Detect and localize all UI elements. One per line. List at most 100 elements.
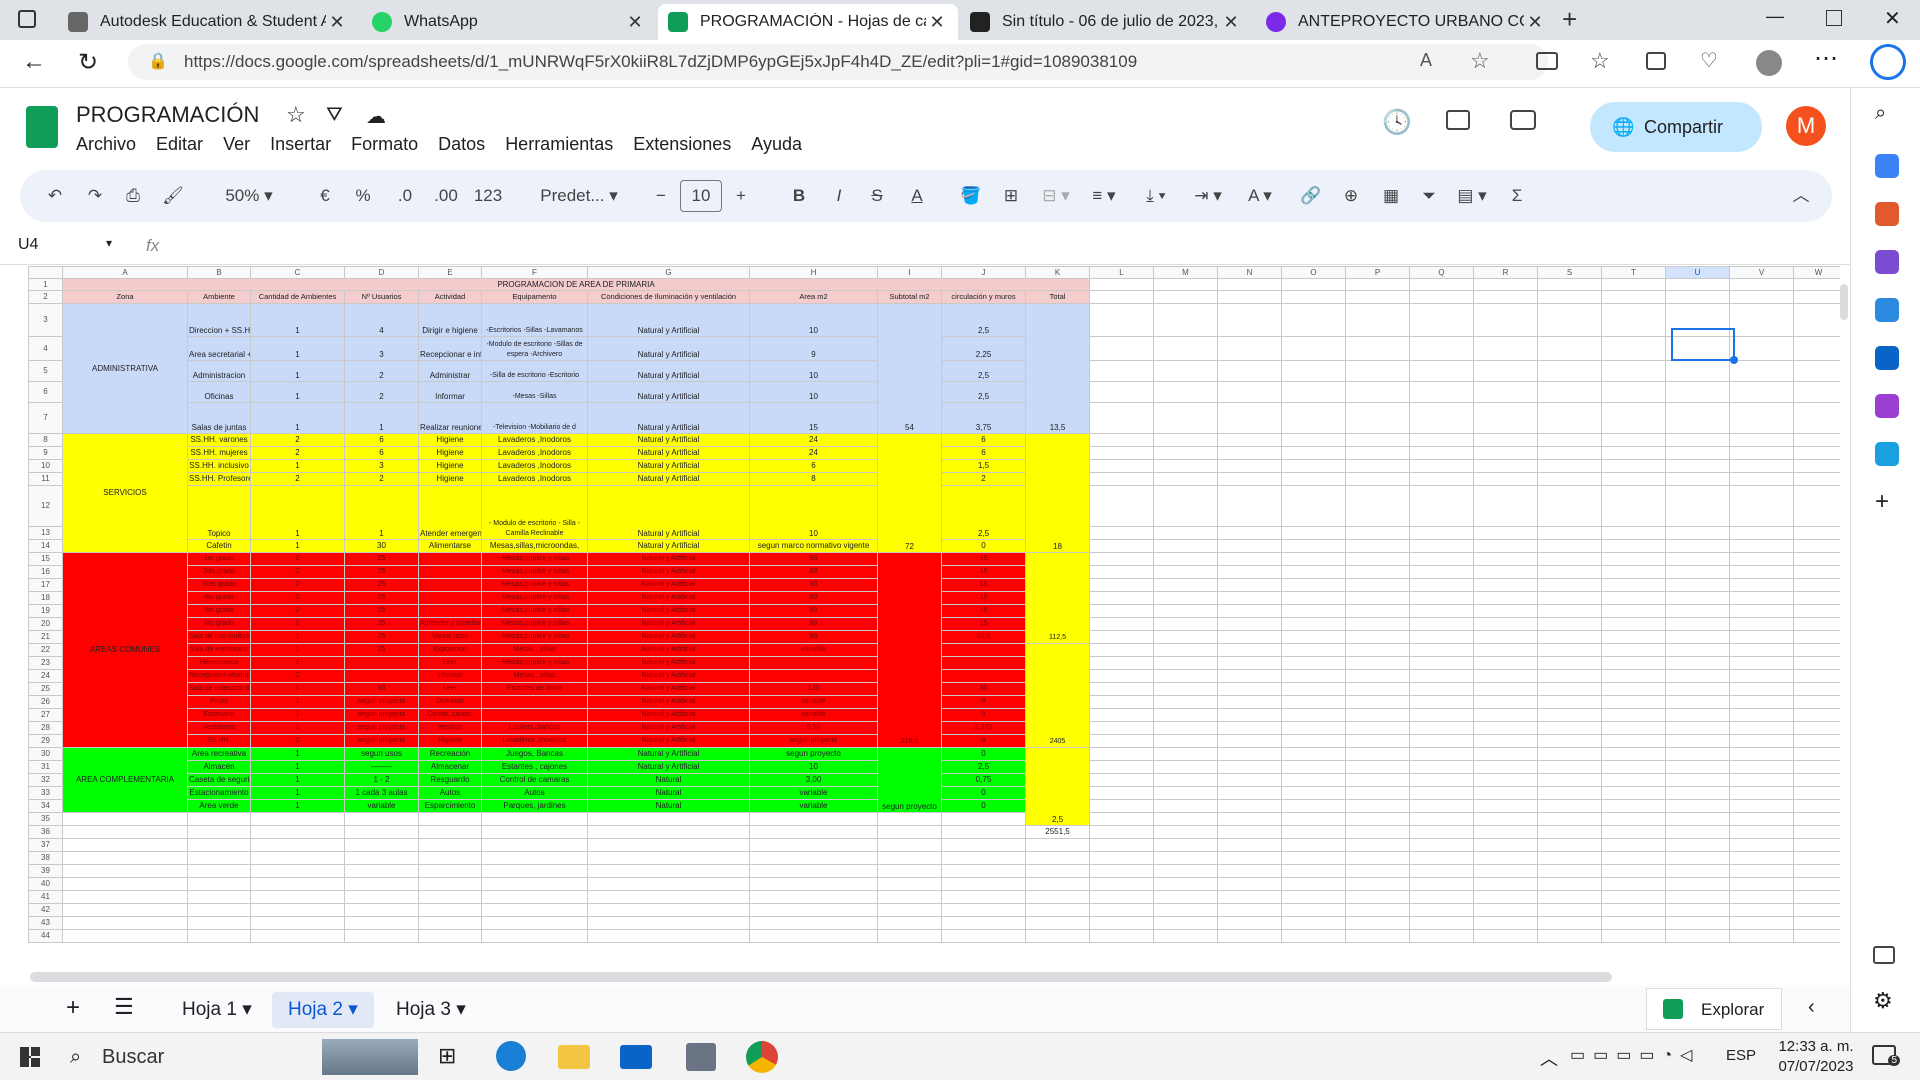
empty-cell[interactable] [1601,552,1666,566]
empty-cell[interactable] [1345,459,1410,473]
table-header[interactable]: Area m2 [749,290,878,304]
close-icon[interactable]: ✕ [326,12,348,33]
empty-cell[interactable] [1601,695,1666,709]
empty-cell[interactable] [1793,643,1840,657]
empty-cell[interactable] [1409,539,1474,553]
add-icon[interactable]: + [1875,488,1889,516]
empty-cell[interactable] [1217,786,1282,800]
row-header[interactable]: 42 [28,903,63,917]
empty-cell[interactable] [1793,526,1840,540]
table-cell[interactable]: 25 [344,630,419,644]
empty-cell[interactable] [1345,864,1410,878]
row-header[interactable]: 2 [28,290,63,304]
table-cell[interactable]: Sala de uso multiple [187,630,251,644]
bold-button[interactable]: B [784,170,814,222]
empty-cell[interactable] [1473,446,1538,460]
empty-cell[interactable] [1729,381,1794,403]
empty-cell[interactable] [250,838,345,852]
add-sheet-button[interactable]: + [66,994,80,1022]
empty-cell[interactable] [1409,929,1474,943]
empty-cell[interactable] [1729,799,1794,813]
empty-cell[interactable] [1473,485,1538,527]
empty-cell[interactable] [1601,290,1666,304]
empty-cell[interactable] [1281,402,1346,434]
table-cell[interactable]: 3cer grado [187,578,251,592]
star-icon[interactable]: ☆ [286,102,306,128]
empty-cell[interactable] [1473,890,1538,904]
table-cell[interactable]: 60 [749,617,878,631]
empty-cell[interactable] [1601,825,1666,839]
empty-cell[interactable] [1345,747,1410,761]
copilot-icon[interactable] [1875,298,1899,322]
wrap-icon[interactable]: ⇥ ▾ [1186,170,1230,222]
empty-cell[interactable] [187,877,251,891]
table-cell[interactable]: Lockers, bancos [481,721,588,735]
outlook-icon[interactable] [1875,346,1899,370]
table-cell[interactable]: Natural y Artificial [587,303,750,337]
empty-cell[interactable] [1345,916,1410,930]
table-cell[interactable]: 1 [250,459,345,473]
empty-cell[interactable] [344,838,419,852]
menu-item[interactable]: Ayuda [751,134,802,155]
empty-cell[interactable] [1537,278,1602,291]
column-header[interactable]: N [1217,266,1282,279]
move-icon[interactable]: ⛛ [326,104,343,127]
empty-cell[interactable] [1281,459,1346,473]
row-header[interactable]: 14 [28,539,63,553]
table-cell[interactable]: Direccion + SS.HH [187,303,251,337]
empty-cell[interactable] [1153,864,1218,878]
empty-cell[interactable] [250,825,345,839]
empty-cell[interactable] [1473,812,1538,826]
empty-cell[interactable] [1345,643,1410,657]
empty-cell[interactable] [1409,721,1474,735]
empty-cell[interactable] [1409,526,1474,540]
table-cell[interactable]: Oficinas [187,381,251,403]
row-header[interactable]: 23 [28,656,63,670]
empty-cell[interactable] [1409,617,1474,631]
empty-cell[interactable] [1089,890,1154,904]
empty-cell[interactable] [1345,336,1410,361]
empty-cell[interactable] [1729,630,1794,644]
empty-cell[interactable] [1665,604,1730,618]
table-header[interactable]: Equipamento [481,290,588,304]
table-cell[interactable]: 25 [344,591,419,605]
table-cell[interactable]: 60 [749,565,878,579]
empty-cell[interactable] [1153,734,1218,748]
empty-cell[interactable] [1153,539,1218,553]
table-cell[interactable]: 15 [941,604,1026,618]
clock[interactable]: 12:33 a. m. 07/07/2023 [1768,1037,1864,1077]
empty-cell[interactable] [1217,278,1282,291]
empty-cell[interactable] [1089,604,1154,618]
empty-cell[interactable] [1793,734,1840,748]
empty-cell[interactable] [1601,864,1666,878]
empty-cell[interactable] [749,890,878,904]
row-header[interactable]: 1 [28,278,63,291]
table-cell[interactable]: 6 [749,459,878,473]
empty-cell[interactable] [1281,630,1346,644]
table-cell[interactable]: 2,5 [1025,747,1090,826]
menu-item[interactable]: Formato [351,134,418,155]
empty-cell[interactable] [1217,695,1282,709]
empty-cell[interactable] [1153,838,1218,852]
empty-cell[interactable] [1665,838,1730,852]
table-cell[interactable] [749,669,878,683]
empty-cell[interactable] [1473,565,1538,579]
empty-cell[interactable] [1473,459,1538,473]
empty-cell[interactable] [1281,336,1346,361]
empty-cell[interactable] [1473,825,1538,839]
reload-icon[interactable]: ↻ [78,48,98,77]
table-cell[interactable]: Natural y Artificial [587,695,750,709]
table-cell[interactable]: Mesas , sillas [481,669,588,683]
select-all-corner[interactable] [28,266,63,279]
empty-cell[interactable] [1153,721,1218,735]
empty-cell[interactable] [1153,760,1218,774]
games-icon[interactable] [1875,250,1899,274]
empty-cell[interactable] [1281,433,1346,447]
table-cell[interactable]: 10 [749,381,878,403]
empty-cell[interactable] [1217,485,1282,527]
paint-format-icon[interactable]: 🖌 [158,170,188,222]
empty-cell[interactable] [344,929,419,943]
empty-cell[interactable] [418,825,482,839]
table-cell[interactable]: 60 [749,604,878,618]
empty-cell[interactable] [1217,721,1282,735]
